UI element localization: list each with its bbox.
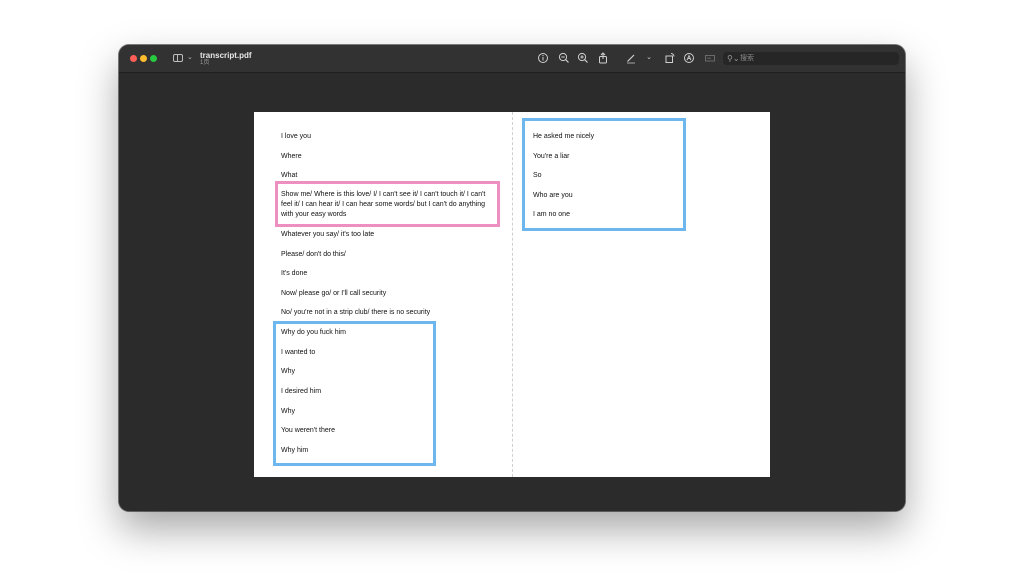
document-view[interactable]: I love you Where What Show me/ Where is …: [119, 73, 905, 511]
transcript-line: Whatever you say/ it's too late: [281, 231, 375, 238]
transcript-line: I love you: [281, 133, 311, 140]
close-window-button[interactable]: [130, 55, 137, 62]
pdf-page: I love you Where What Show me/ Where is …: [254, 112, 770, 477]
transcript-line: Now/ please go/ or I'll call security: [281, 290, 387, 297]
transcript-line: I wanted to: [281, 349, 316, 356]
transcript-line: No/ you're not in a strip club/ there is…: [281, 309, 431, 316]
markup-chevron-down-icon[interactable]: ⌄: [643, 52, 655, 64]
transcript-line: Why: [281, 408, 295, 415]
search-input[interactable]: [740, 53, 890, 64]
share-icon[interactable]: [597, 52, 609, 64]
info-icon[interactable]: [537, 52, 549, 64]
transcript-line: He asked me nicely: [533, 133, 595, 140]
annotate-icon[interactable]: [683, 52, 695, 64]
document-page-count: 1页: [200, 60, 210, 66]
zoom-out-icon[interactable]: [558, 52, 570, 64]
sidebar-menu-chevron-icon[interactable]: ⌄: [187, 54, 193, 62]
transcript-line: Where: [281, 153, 302, 160]
transcript-line: It's done: [281, 270, 308, 277]
transcript-line: Who are you: [533, 192, 573, 199]
minimize-window-button[interactable]: [140, 55, 147, 62]
zoom-window-button[interactable]: [150, 55, 157, 62]
form-icon[interactable]: [704, 52, 716, 64]
transcript-line: Why: [281, 368, 295, 375]
search-field[interactable]: ⚲⌄: [723, 52, 899, 65]
document-title: transcript.pdf: [200, 51, 252, 60]
transcript-line: Why do you fuck him: [281, 329, 346, 336]
markup-pen-icon[interactable]: [625, 52, 637, 64]
rotate-icon[interactable]: [664, 52, 676, 64]
column-divider: [512, 112, 513, 477]
transcript-line: I desired him: [281, 388, 322, 395]
transcript-line: Why him: [281, 447, 309, 454]
search-icon: ⚲⌄: [727, 54, 740, 63]
zoom-in-icon[interactable]: [577, 52, 589, 64]
transcript-line: Show me/ Where is this love/ I/ I can't …: [281, 191, 486, 218]
transcript-line: Please/ don't do this/: [281, 251, 346, 258]
title-bar: ⌄ transcript.pdf 1页 ⌄ ⚲⌄: [119, 45, 905, 73]
transcript-line: I am no one: [533, 211, 570, 218]
transcript-line: You're a liar: [533, 153, 570, 160]
transcript-line: So: [533, 172, 542, 179]
transcript-line: What: [281, 172, 298, 179]
preview-window: ⌄ transcript.pdf 1页 ⌄ ⚲⌄ 搜索 I love you W…: [119, 45, 905, 511]
sidebar-toggle-icon[interactable]: [173, 54, 183, 62]
transcript-line: You weren't there: [281, 427, 336, 434]
